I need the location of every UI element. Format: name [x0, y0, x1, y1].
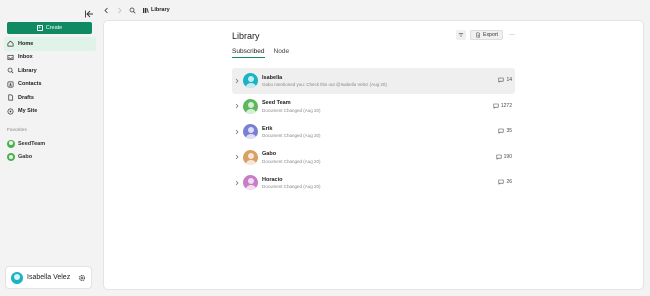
avatar: [243, 175, 258, 191]
list-item[interactable]: Horacio Document Changed (Aug 20) 26: [232, 170, 515, 196]
item-name: Horacio: [262, 176, 283, 183]
search-icon: [7, 67, 14, 74]
favorite-label: Gabo: [18, 154, 33, 161]
favorites-list: SeedTeam Gabo: [4, 137, 96, 164]
item-activity: Document Changed (Aug 20): [262, 107, 321, 113]
filter-button[interactable]: [456, 30, 466, 40]
export-icon: [476, 32, 480, 38]
avatar: [7, 139, 15, 148]
avatar: [243, 73, 258, 89]
comment-icon: [493, 103, 499, 109]
more-options-button[interactable]: ···: [507, 30, 517, 40]
export-button[interactable]: Export: [470, 30, 503, 40]
sidebar-item-label: Library: [18, 67, 37, 74]
favorite-item-seedteam[interactable]: SeedTeam: [4, 137, 96, 151]
item-activity: Document Changed (Aug 20): [262, 184, 321, 189]
user-name: Isabella Velez: [27, 274, 71, 281]
sidebar-item-my-site[interactable]: My Site: [4, 105, 96, 119]
comment-icon: [498, 179, 504, 185]
gear-icon[interactable]: [78, 274, 86, 282]
library-icon: [143, 7, 149, 13]
create-button[interactable]: + Create: [7, 22, 92, 34]
subscription-list: Isabella Gabo mentioned you: Check this …: [232, 68, 515, 196]
sidebar-item-label: Contacts: [18, 81, 42, 88]
list-item[interactable]: Erik Document Changed (Aug 20) 35: [232, 119, 515, 145]
top-bar: Library: [103, 3, 170, 17]
search-icon[interactable]: [129, 7, 136, 14]
sidebar: + Create Home Inbox Library Contacts Dra…: [0, 0, 101, 296]
collapse-sidebar-icon[interactable]: [84, 6, 94, 18]
sidebar-item-label: Inbox: [18, 54, 33, 61]
list-item[interactable]: Isabella Gabo mentioned you: Check this …: [232, 68, 515, 94]
drafts-icon: [8, 94, 14, 101]
plus-icon: +: [36, 24, 43, 31]
sidebar-item-label: Home: [18, 40, 34, 47]
item-activity: Document Changed (Aug 20): [262, 158, 321, 164]
tabs: Subscribed Node: [232, 48, 289, 58]
avatar: [11, 271, 23, 284]
create-label: Create: [45, 25, 63, 31]
item-name: Isabella: [262, 74, 283, 81]
page-title: Library: [232, 31, 260, 41]
sidebar-item-inbox[interactable]: Inbox: [4, 51, 96, 65]
breadcrumb-label: Library: [151, 7, 170, 13]
list-item[interactable]: Gabo Document Changed (Aug 20) 190: [232, 145, 515, 171]
site-icon: [7, 108, 14, 115]
avatar: [243, 124, 258, 140]
chevron-right-icon[interactable]: [234, 78, 240, 84]
chevron-right-icon[interactable]: [234, 154, 240, 160]
comment-count: 14: [498, 77, 512, 83]
avatar: [243, 149, 258, 165]
contacts-icon: [7, 81, 14, 88]
comment-count: 26: [498, 179, 512, 185]
inbox-icon: [7, 54, 14, 60]
back-arrow-icon[interactable]: [103, 7, 110, 14]
item-name: Gabo: [262, 151, 277, 157]
avatar: [243, 98, 258, 114]
comment-count: 1272: [493, 103, 512, 109]
sidebar-item-label: Drafts: [18, 94, 34, 101]
chevron-right-icon[interactable]: [234, 180, 240, 186]
item-activity: Gabo mentioned you: Check this out @Isab…: [262, 82, 387, 87]
filter-icon: [458, 33, 464, 37]
sidebar-item-contacts[interactable]: Contacts: [4, 78, 96, 92]
comment-icon: [498, 77, 504, 83]
comment-count: 190: [496, 154, 512, 160]
avatar: [7, 153, 15, 162]
breadcrumb[interactable]: Library: [142, 7, 170, 14]
favorite-item-gabo[interactable]: Gabo: [4, 151, 96, 165]
home-icon: [7, 40, 14, 47]
comment-icon: [496, 154, 502, 160]
main-panel: Library Export ··· Subscribed Node Isabe…: [103, 20, 644, 290]
comment-icon: [498, 128, 504, 134]
sidebar-item-drafts[interactable]: Drafts: [4, 91, 96, 105]
item-activity: Document Changed (Aug 20): [262, 133, 321, 138]
sidebar-item-home[interactable]: Home: [4, 37, 96, 51]
tab-subscribed[interactable]: Subscribed: [232, 48, 265, 58]
chevron-right-icon[interactable]: [234, 103, 240, 109]
item-name: Erik: [262, 125, 273, 132]
item-name: Seed Team: [262, 100, 291, 106]
sidebar-item-library[interactable]: Library: [4, 64, 96, 78]
export-label: Export: [483, 32, 498, 38]
list-item[interactable]: Seed Team Document Changed (Aug 20) 1272: [232, 94, 515, 120]
favorites-title: Favorites: [7, 128, 27, 133]
forward-arrow-icon[interactable]: [116, 7, 123, 14]
sidebar-nav: Home Inbox Library Contacts Drafts My Si…: [4, 37, 96, 118]
favorite-label: SeedTeam: [18, 140, 46, 147]
tab-node[interactable]: Node: [274, 48, 290, 58]
chevron-right-icon[interactable]: [234, 129, 240, 135]
comment-count: 35: [498, 128, 512, 134]
page-actions: Export ···: [456, 30, 517, 40]
user-account-card[interactable]: Isabella Velez: [5, 266, 92, 289]
sidebar-item-label: My Site: [18, 108, 38, 115]
